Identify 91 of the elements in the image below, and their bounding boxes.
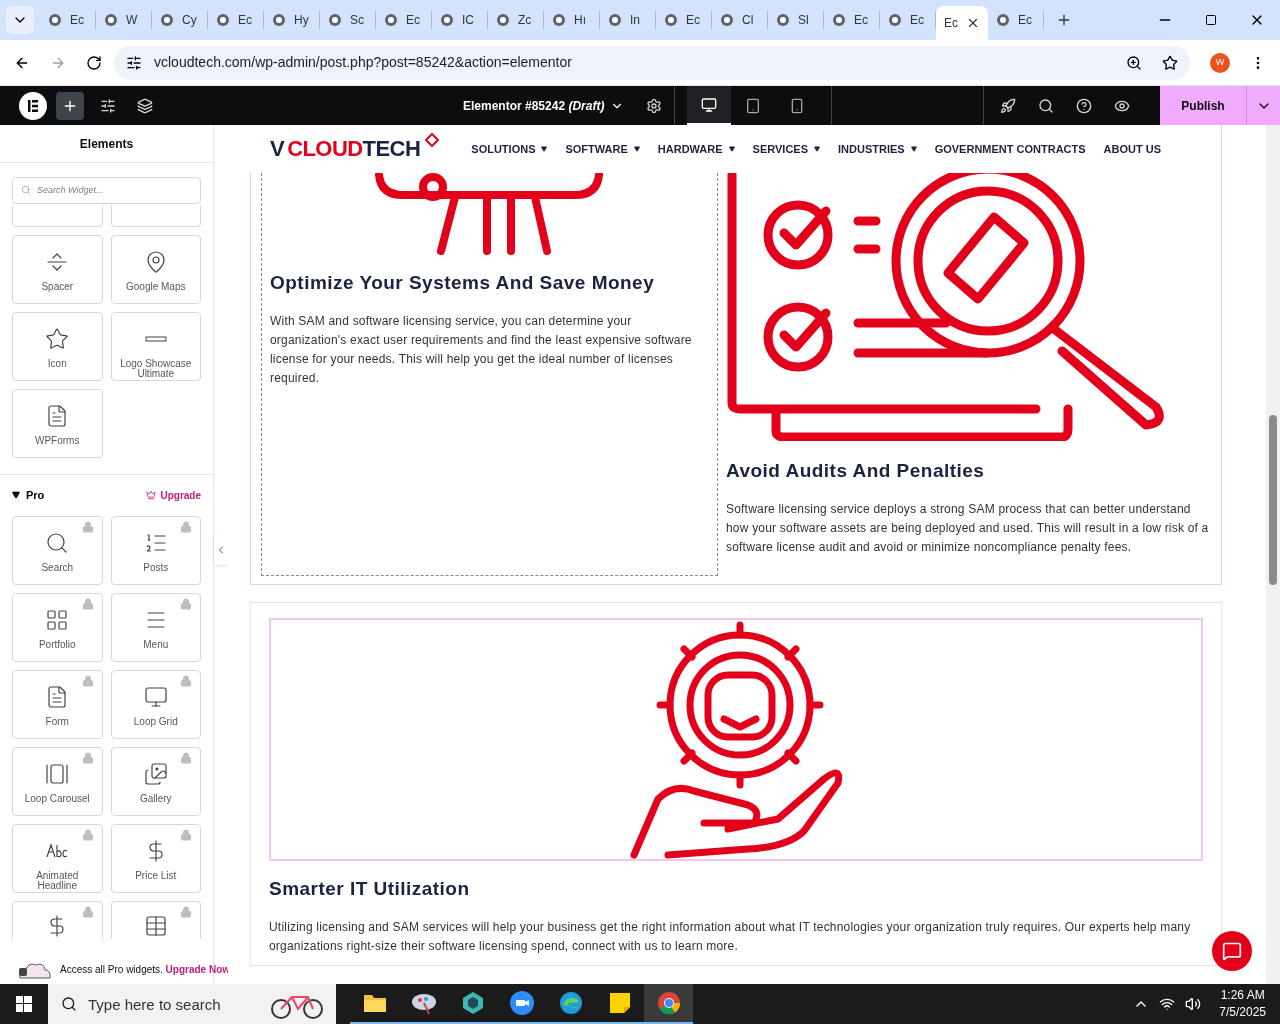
browser-tab[interactable]: Ec: [376, 11, 432, 29]
browser-tab[interactable]: In: [600, 11, 656, 29]
browser-tab[interactable]: Sl: [768, 11, 824, 29]
browser-tab[interactable]: Cy: [152, 11, 208, 29]
feature-description: Utilizing licensing and SAM services will help your business get the right information about what IT technologies your organization truly requires. Our experts help many organizations right-size their software licensing spend, connect with us to learn more.: [269, 918, 1192, 955]
widget-tile[interactable]: Google Maps: [110, 235, 201, 304]
publish-button[interactable]: Publish: [1160, 86, 1246, 125]
browser-tab[interactable]: Ec: [656, 11, 712, 29]
widget-label: Google Maps: [126, 282, 186, 292]
panel-title: Elements: [79, 135, 134, 153]
widget-label: Logo Showcase Ultimate: [119, 359, 193, 379]
tab-title: Ec: [944, 15, 958, 32]
widget-tile[interactable]: Loop Grid: [110, 669, 201, 739]
widget-label: Gallery: [139, 793, 172, 804]
pro-section-toggle[interactable]: Pro: [12, 487, 45, 504]
document-title[interactable]: Elementor #85242 (Draft): [463, 96, 605, 115]
widget-label: Form: [45, 716, 69, 727]
nav-link[interactable]: GOVERNMENT CONTRACTS: [934, 140, 1086, 158]
browser-tab[interactable]: Ec: [208, 11, 264, 29]
nav-link[interactable]: SOFTWARE: [565, 140, 640, 158]
widget-label: Menu: [143, 639, 169, 650]
nav-link[interactable]: SERVICES: [752, 140, 821, 158]
browser-tab[interactable]: Zc: [488, 11, 544, 29]
widget-tile[interactable]: Search: [12, 515, 103, 585]
widget-label: Price List: [135, 870, 177, 881]
feature-description: Software licensing service deploys a strong SAM process that can better understand how your software assets are being deployed and used. This will result in a low risk of a software license audit and avoid or minimize noncompliance penalty fees.: [726, 500, 1209, 556]
browser-tab[interactable]: Ec: [40, 11, 96, 29]
tab-title: Ec: [406, 12, 420, 29]
browser-tab[interactable]: Hy: [264, 11, 320, 29]
tab-title: W: [126, 12, 138, 29]
widget-tile[interactable]: Form: [12, 669, 103, 739]
feature-title: Optimize Your Systems And Save Money: [270, 271, 656, 295]
feature-description: With SAM and software licensing service, you can determine your organization's exact user requirements and find the least expensive software license for your needs. This will help you get the ideal number of licenses required.: [270, 312, 693, 387]
tab-title: Sl: [798, 12, 809, 29]
search-field[interactable]: Search Widget...: [12, 176, 201, 204]
widget-tile[interactable]: Loop Carousel: [12, 746, 103, 816]
widget-tile[interactable]: Animated Headline: [12, 823, 103, 893]
browser-tab[interactable]: Ec: [936, 6, 988, 40]
tab-title: Ec: [686, 12, 700, 29]
widget-tile[interactable]: Logo Showcase Ultimate: [110, 312, 201, 381]
browser-tab[interactable]: Sc: [320, 11, 376, 29]
clock-time[interactable]: 1:26 AM: [1220, 987, 1265, 1004]
clock-date[interactable]: 7/5/2025: [1219, 1004, 1266, 1021]
widget-label: Posts: [143, 562, 169, 573]
url-text: vcloudtech.com/wp-admin/post.php?post=85242&action=elementor: [154, 53, 572, 72]
profile-avatar[interactable]: W: [1210, 52, 1230, 73]
nav-link[interactable]: SOLUTIONS: [471, 140, 548, 158]
widget-label: WPForms: [35, 436, 80, 446]
widget-tile[interactable]: Menu: [110, 592, 201, 662]
widget-tile[interactable]: WPForms: [12, 389, 103, 458]
tab-title: Ec: [238, 12, 252, 29]
tab-title: IC: [462, 12, 474, 29]
nav-link[interactable]: HARDWARE: [657, 140, 735, 158]
widget-label: Spacer: [41, 282, 74, 292]
widget-tile[interactable]: Price List: [110, 823, 201, 893]
nav-link[interactable]: INDUSTRIES: [838, 140, 917, 158]
browser-tab[interactable]: Hı: [544, 11, 600, 29]
widget-tile[interactable]: Posts: [110, 515, 201, 585]
upgrade-link[interactable]: Upgrade: [146, 487, 201, 503]
site-logo[interactable]: VCLOUDTECH: [270, 136, 424, 162]
widget-tile[interactable]: Spacer: [12, 235, 103, 304]
feature-title: Avoid Audits And Penalties: [726, 459, 986, 483]
tab-title: Ec: [1018, 12, 1032, 29]
widget-label: Portfolio: [38, 639, 76, 650]
tab-title: Zc: [518, 12, 532, 29]
widget-label: Icon: [47, 359, 67, 369]
browser-tab[interactable]: Ec: [988, 11, 1044, 29]
widget-label: Search: [41, 562, 74, 573]
tab-title: Ec: [910, 12, 924, 29]
browser-tab[interactable]: W: [96, 11, 152, 29]
widget-tile[interactable]: Gallery: [110, 746, 201, 816]
widget-label: Loop Carousel: [24, 793, 90, 804]
tab-title: Cl: [742, 12, 754, 29]
tab-title: In: [630, 12, 640, 29]
taskbar-search-field[interactable]: Type here to search: [48, 984, 336, 1024]
widget-label: Loop Grid: [133, 716, 178, 727]
tab-title: Ec: [854, 12, 868, 29]
address-field[interactable]: vcloudtech.com/wp-admin/post.php?post=85242&action=elementor: [114, 45, 1190, 80]
widget-tile[interactable]: Portfolio: [12, 592, 103, 662]
tab-title: Ec: [70, 12, 84, 29]
nav-link[interactable]: ABOUT US: [1103, 140, 1162, 158]
widget-tile[interactable]: Icon: [12, 312, 103, 381]
tab-title: Cy: [182, 12, 197, 29]
browser-tab[interactable]: IC: [432, 11, 488, 29]
tab-title: Hy: [294, 12, 309, 29]
tab-title: Sc: [350, 12, 364, 29]
widget-label: Animated Headline: [35, 870, 80, 891]
browser-tab[interactable]: Ec: [824, 11, 880, 29]
tab-title: Hı: [574, 12, 586, 29]
browser-tab[interactable]: Cl: [712, 11, 768, 29]
feature-title: Smarter IT Utilization: [269, 877, 471, 901]
